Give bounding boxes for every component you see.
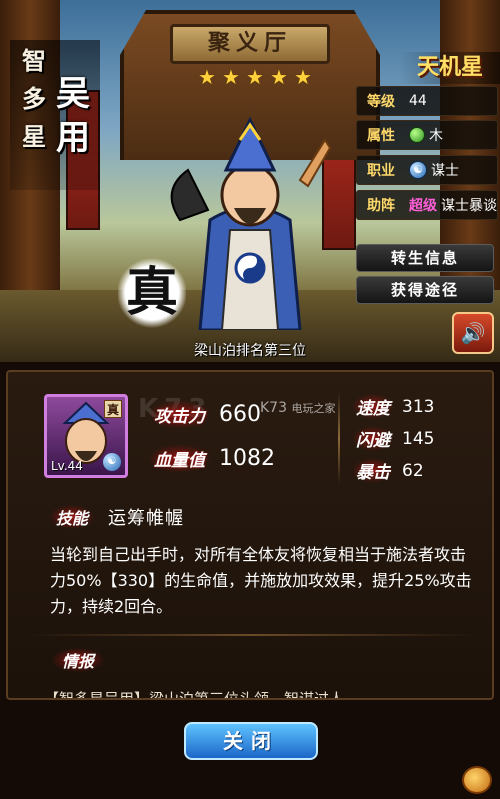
sub-stat-value: 145 <box>402 428 435 449</box>
voice-button[interactable]: 🔊 <box>452 312 494 354</box>
bio-header: 情报 <box>52 648 105 672</box>
stat-value: 1082 <box>219 446 275 471</box>
avatar-level: Lv.44 <box>51 459 83 473</box>
stat-divider <box>338 392 340 484</box>
level-value: 44 <box>409 93 427 109</box>
avatar-badge: 真 <box>104 400 122 418</box>
bio-tag: 情报 <box>52 648 105 672</box>
hero-name: 吴用 <box>56 74 90 158</box>
info-value: 木 <box>405 125 497 145</box>
skill-name: 运筹帷幄 <box>108 508 185 529</box>
sub-stat-value: 313 <box>402 396 435 417</box>
sub-stat-label: 暴击 <box>352 458 394 483</box>
info-value: 超级 谋士暴谈 <box>405 195 497 215</box>
app-logo-icon <box>462 766 492 794</box>
stat-attack: 攻击力 660 <box>148 400 261 429</box>
hero-scene: 聚义厅 智多星 吴用 ★ ★ ★ ★ ★ 天机星 等级 44 属性 木 职业 ☯… <box>0 0 500 372</box>
class-value: 谋士 <box>431 163 459 179</box>
stat-label: 血量值 <box>148 444 211 473</box>
info-assist: 助阵 超级 谋士暴谈 <box>356 190 498 220</box>
wood-gem-icon <box>409 127 425 143</box>
watermark-text: K73 <box>260 400 287 416</box>
info-key: 职业 <box>367 163 395 179</box>
assist-grade: 超级 <box>409 198 437 214</box>
stat-dodge: 闪避 145 <box>352 426 434 451</box>
rebirth-info-button[interactable]: 转生信息 <box>356 244 494 272</box>
watermark-subtext: 电玩之家 <box>291 402 336 415</box>
taiji-icon: ☯ <box>409 161 427 179</box>
info-level: 等级 44 <box>356 86 498 116</box>
seal-mark: 真 <box>118 258 186 328</box>
hero-avatar: 真 Lv.44 ☯ <box>44 394 128 478</box>
info-key: 助阵 <box>367 198 395 214</box>
speaker-icon: 🔊 <box>460 321 486 345</box>
section-divider <box>28 634 476 636</box>
sub-stat-value: 62 <box>402 460 424 481</box>
info-value: 44 <box>405 93 497 109</box>
assist-value: 谋士暴谈 <box>441 198 497 214</box>
detail-panel-inner[interactable]: K73 K73 电玩之家 真 Lv.44 ☯ 攻击力 660 血量值 1082 … <box>6 370 494 700</box>
hero-figure <box>170 116 332 330</box>
close-button[interactable]: 关闭 <box>184 722 318 760</box>
stat-crit: 暴击 62 <box>352 458 424 483</box>
star-icon: ★ <box>222 65 240 89</box>
info-value: ☯ 谋士 <box>405 160 497 180</box>
star-icon: ★ <box>294 65 312 89</box>
stat-value: 660 <box>219 402 261 427</box>
stat-label: 攻击力 <box>148 400 211 429</box>
sub-stat-label: 闪避 <box>352 426 394 451</box>
gate-plaque: 聚义厅 <box>170 24 330 64</box>
star-rating: ★ ★ ★ ★ ★ <box>198 67 314 87</box>
star-icon: ★ <box>246 65 264 89</box>
watermark: K73 电玩之家 <box>260 400 335 416</box>
stat-hp: 血量值 1082 <box>148 444 275 473</box>
stat-speed: 速度 313 <box>352 394 434 419</box>
bio-text: 【智多星吴用】梁山泊第三位头领，智谋过人…… <box>44 690 375 700</box>
skill-header: 技能 运筹帷幄 <box>50 504 184 530</box>
info-attribute: 属性 木 <box>356 120 498 150</box>
attribute-value: 木 <box>429 128 443 144</box>
avatar-taiji-icon: ☯ <box>103 453 121 471</box>
info-key: 属性 <box>367 128 395 144</box>
skill-tag: 技能 <box>50 505 95 529</box>
obtain-route-button[interactable]: 获得途径 <box>356 276 494 304</box>
star-name: 天机星 <box>400 52 500 84</box>
info-class: 职业 ☯ 谋士 <box>356 155 498 185</box>
star-icon: ★ <box>270 65 288 89</box>
hero-epithet: 智多星 <box>22 47 46 151</box>
sub-stat-label: 速度 <box>352 394 394 419</box>
rank-text: 梁山泊排名第三位 <box>194 343 306 359</box>
info-key: 等级 <box>367 94 395 110</box>
skill-description: 当轮到自己出手时，对所有全体友将恢复相当于施法者攻击力50%【330】的生命值，… <box>50 545 472 616</box>
star-icon: ★ <box>198 65 216 89</box>
